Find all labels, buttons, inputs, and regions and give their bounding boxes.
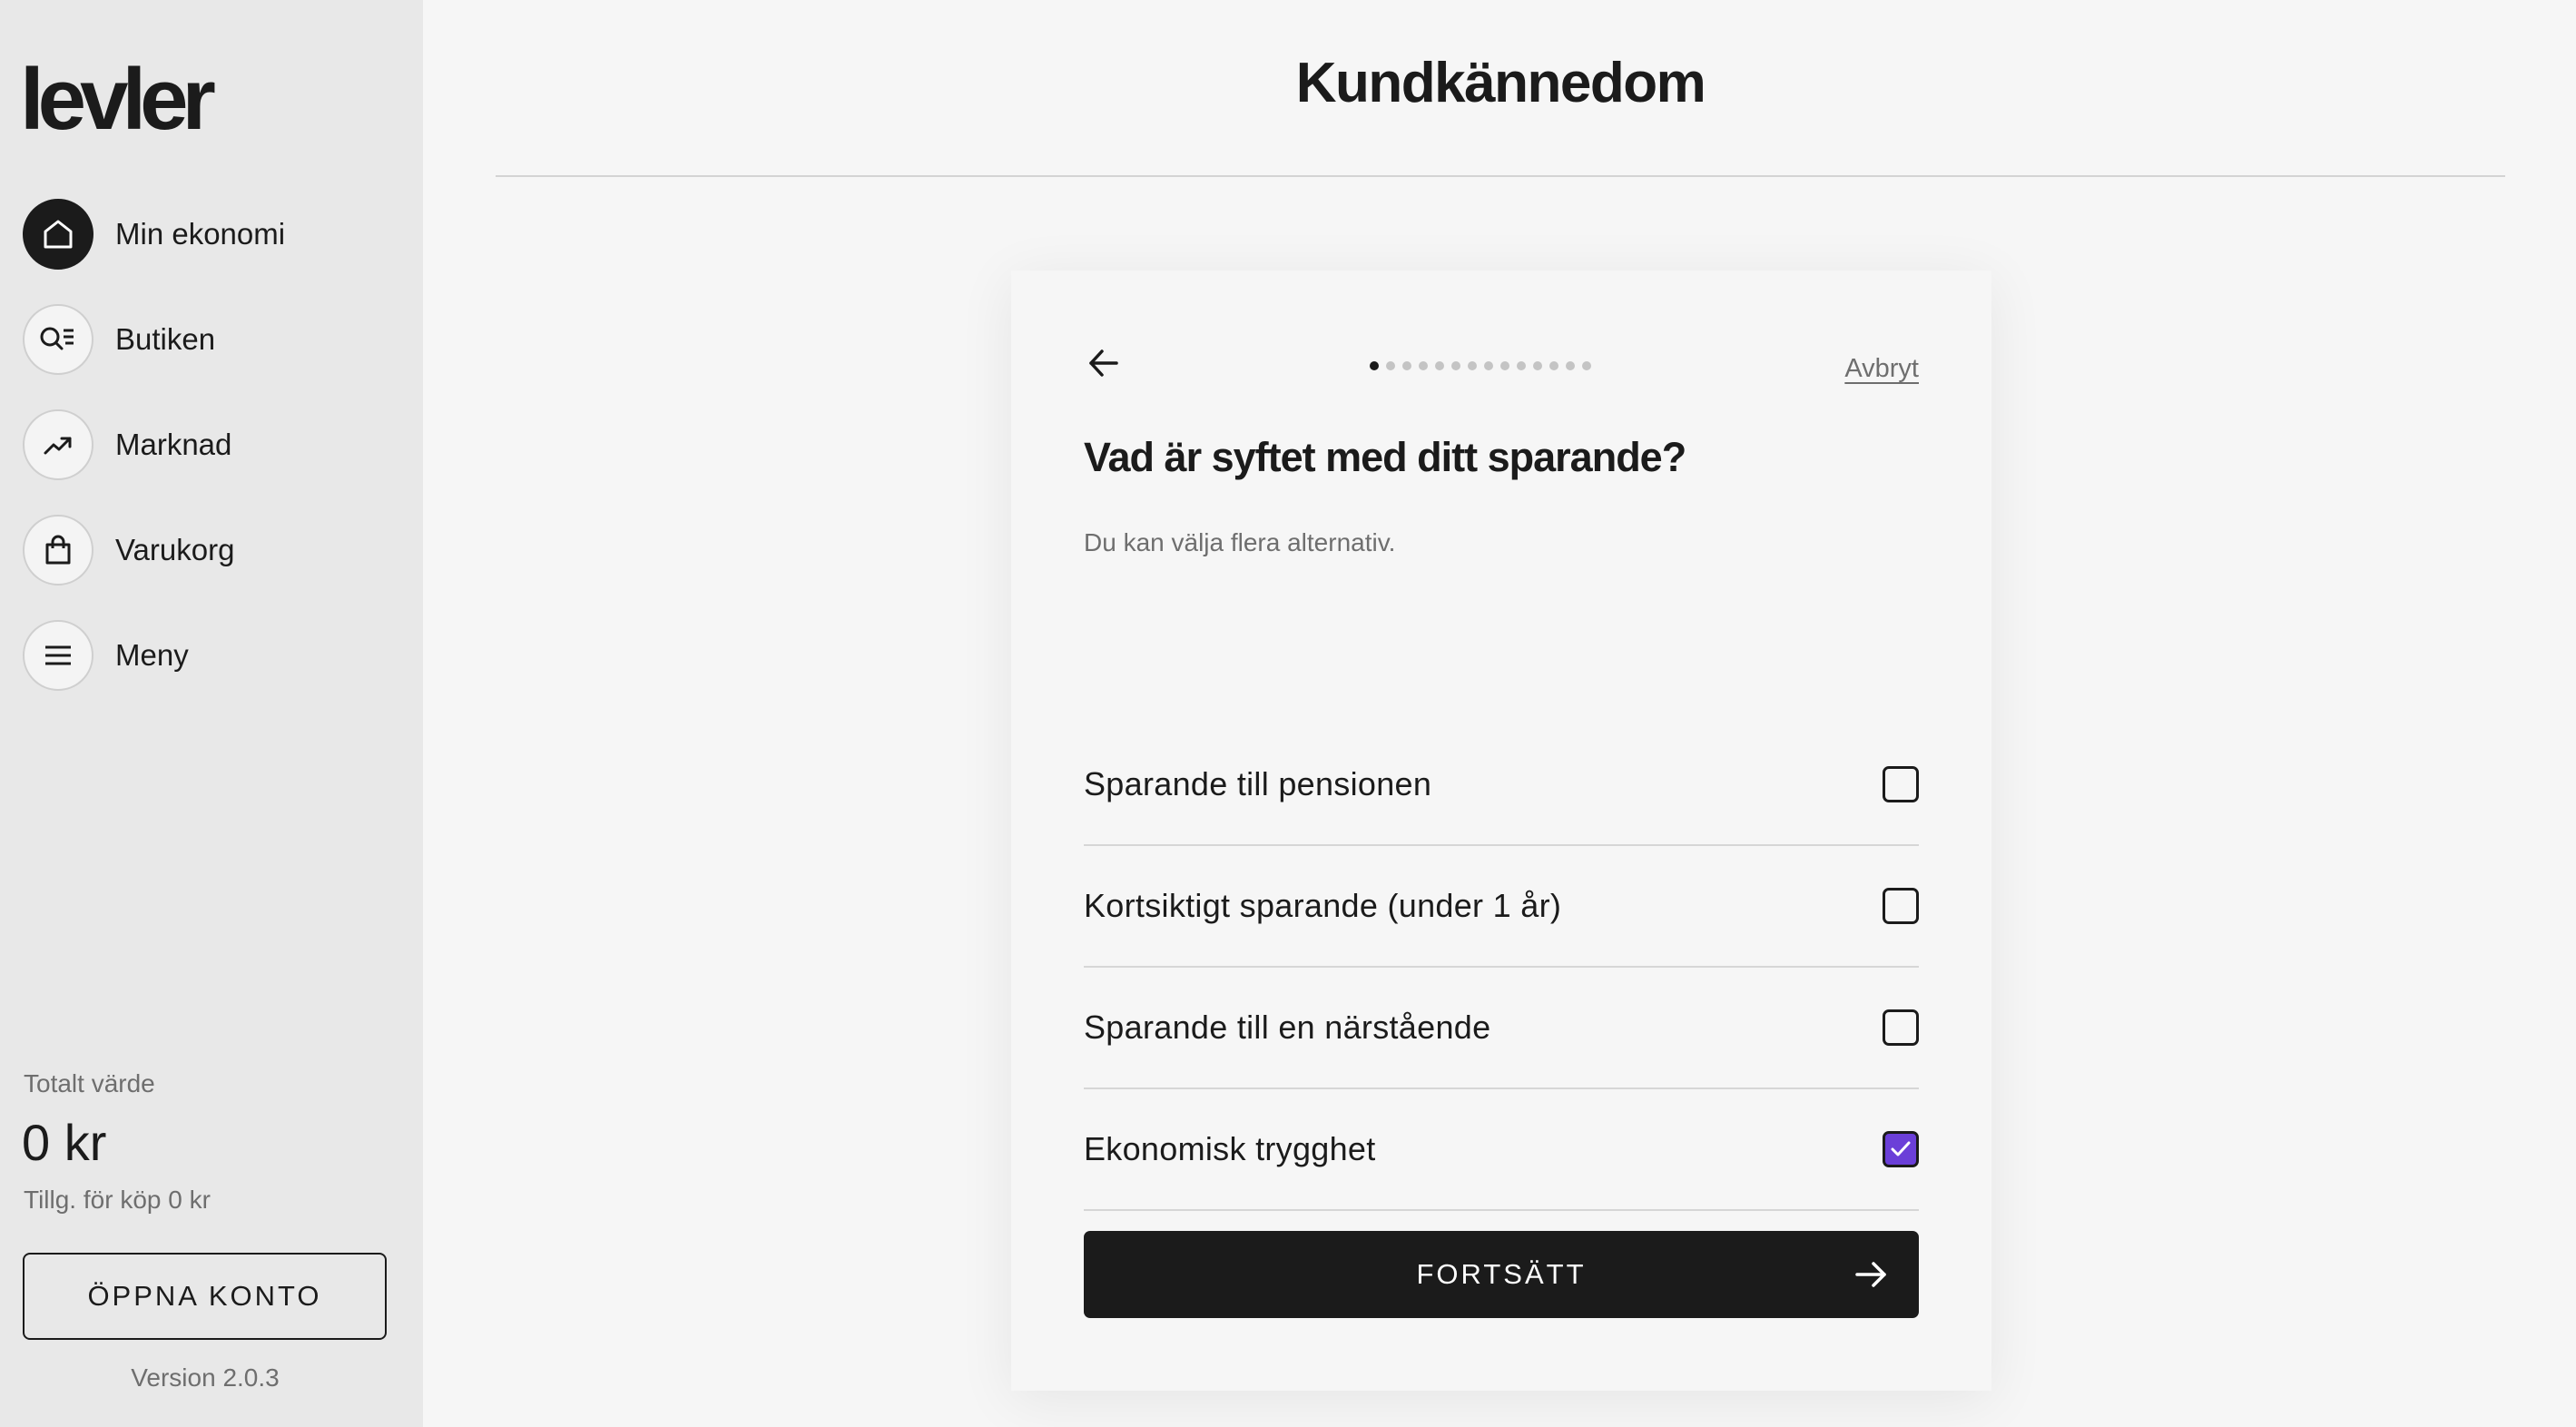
option-label: Sparande till pensionen (1084, 765, 1432, 802)
nav-label: Varukorg (115, 533, 235, 566)
option-label: Ekonomisk trygghet (1084, 1130, 1376, 1167)
open-account-button[interactable]: ÖPPNA KONTO (23, 1253, 387, 1340)
kyc-question-card: Avbryt Vad är syftet med ditt sparande? … (1011, 271, 1991, 1391)
progress-dot (1500, 361, 1509, 370)
nav-item-min-ekonomi[interactable]: Min ekonomi (23, 198, 404, 271)
search-list-icon (23, 304, 93, 375)
available-for-purchase: Tillg. för köp 0 kr (24, 1186, 211, 1214)
shopping-bag-icon (23, 515, 93, 586)
continue-button[interactable]: FORTSÄTT (1084, 1231, 1919, 1318)
home-icon (23, 199, 93, 270)
progress-dot-active (1370, 361, 1379, 370)
question-hint: Du kan välja flera alternativ. (1084, 528, 1396, 556)
option-relative[interactable]: Sparande till en närstående (1084, 968, 1919, 1089)
progress-dot (1435, 361, 1444, 370)
arrow-right-icon (1855, 1262, 1886, 1287)
levler-logo[interactable]: levler (20, 56, 216, 143)
progress-dots (1370, 361, 1591, 370)
checkbox[interactable] (1883, 888, 1919, 924)
progress-dot (1566, 361, 1575, 370)
nav-item-marknad[interactable]: Marknad (23, 408, 404, 481)
checkbox-checked[interactable] (1883, 1131, 1919, 1167)
version-label: Version 2.0.3 (131, 1363, 280, 1392)
title-divider (496, 175, 2505, 177)
total-value-label: Totalt värde (24, 1069, 155, 1097)
nav-item-meny[interactable]: Meny (23, 619, 404, 692)
option-label: Sparande till en närstående (1084, 1009, 1491, 1046)
total-value: 0 kr (22, 1114, 107, 1171)
checkbox[interactable] (1883, 766, 1919, 802)
continue-label: FORTSÄTT (1416, 1258, 1587, 1290)
nav-label: Min ekonomi (115, 217, 286, 251)
checkmark-icon (1891, 1141, 1911, 1156)
back-arrow-icon[interactable] (1084, 343, 1124, 383)
progress-dot (1533, 361, 1542, 370)
progress-dot (1582, 361, 1591, 370)
checkbox[interactable] (1883, 1009, 1919, 1046)
cancel-link[interactable]: Avbryt (1844, 354, 1919, 384)
option-security[interactable]: Ekonomisk trygghet (1084, 1089, 1919, 1211)
trending-up-icon (23, 409, 93, 480)
progress-dot (1468, 361, 1477, 370)
option-label: Kortsiktigt sparande (under 1 år) (1084, 887, 1562, 924)
nav-label: Butiken (115, 322, 216, 356)
progress-dot (1419, 361, 1428, 370)
progress-dot (1484, 361, 1493, 370)
progress-dot (1402, 361, 1411, 370)
page-title: Kundkännedom (1295, 52, 1706, 114)
nav-label: Marknad (115, 428, 232, 461)
progress-dot (1549, 361, 1558, 370)
option-short-term[interactable]: Kortsiktigt sparande (under 1 år) (1084, 846, 1919, 968)
sidebar: levler Min ekonomi Butiken Marknad Varuk… (0, 0, 423, 1427)
progress-dot (1386, 361, 1395, 370)
progress-dot (1451, 361, 1460, 370)
progress-dot (1517, 361, 1526, 370)
question-title: Vad är syftet med ditt sparande? (1084, 434, 1686, 480)
option-pension[interactable]: Sparande till pensionen (1084, 724, 1919, 846)
nav-item-varukorg[interactable]: Varukorg (23, 514, 404, 586)
menu-icon (23, 620, 93, 691)
nav-item-butiken[interactable]: Butiken (23, 303, 404, 376)
nav-label: Meny (115, 638, 189, 672)
